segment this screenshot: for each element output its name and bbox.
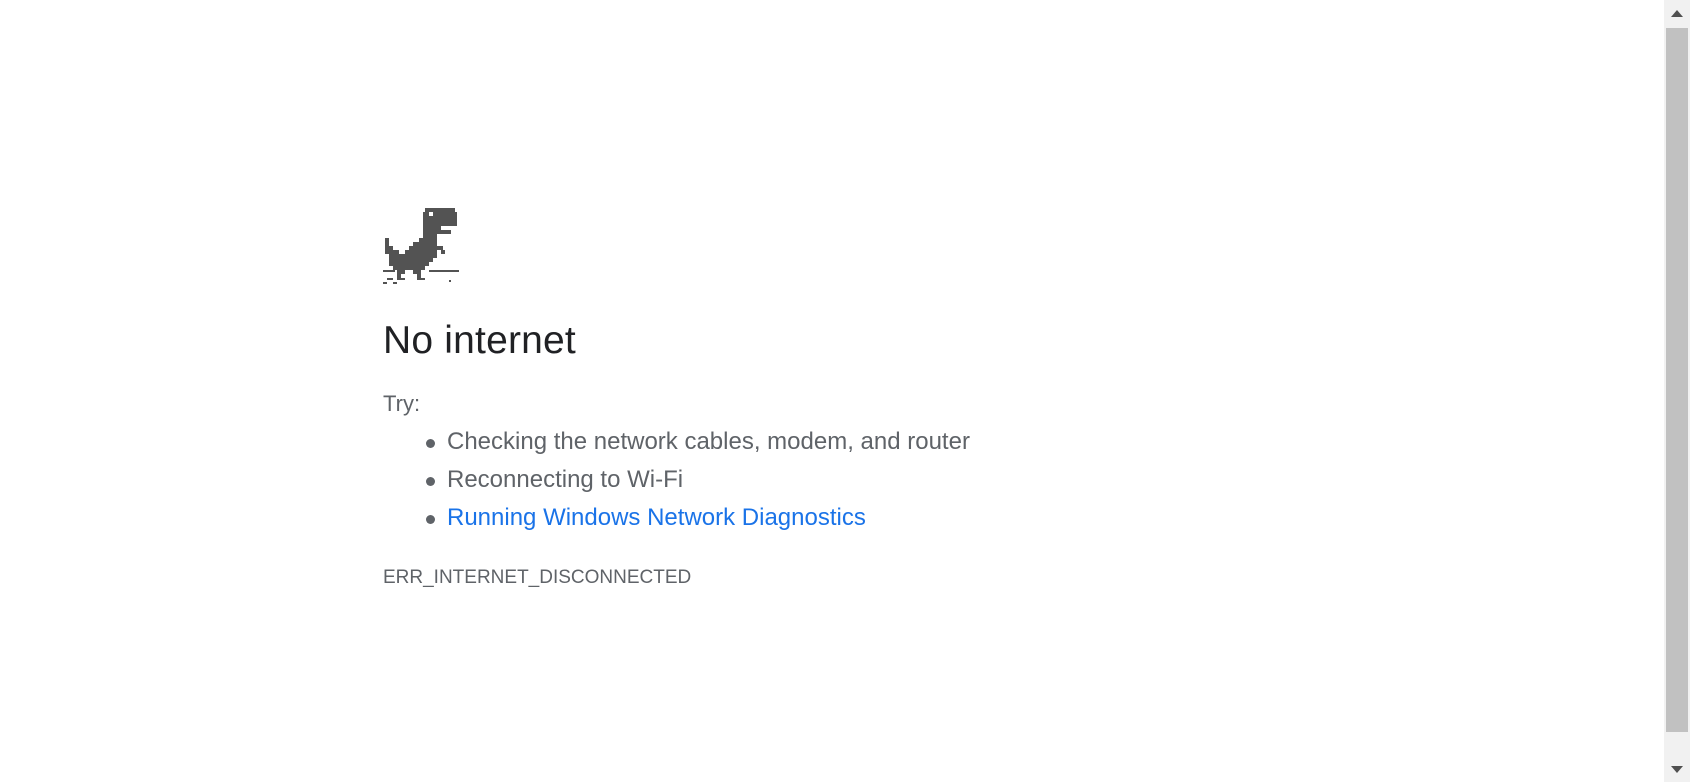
- page-viewport: No internet Try: Checking the network ca…: [0, 0, 1690, 782]
- bullet-icon: [426, 514, 435, 524]
- arrow-down-icon: [1671, 765, 1683, 773]
- network-diagnostics-link[interactable]: Running Windows Network Diagnostics: [447, 504, 866, 531]
- error-content: No internet Try: Checking the network ca…: [383, 208, 1283, 589]
- list-item: Checking the network cables, modem, and …: [426, 423, 1283, 461]
- scroll-down-button[interactable]: [1664, 756, 1690, 782]
- try-label: Try:: [383, 390, 421, 416]
- suggestion-check-cables: Checking the network cables, modem, and …: [447, 427, 970, 455]
- arrow-up-icon: [1671, 9, 1683, 17]
- list-item: Running Windows Network Diagnostics: [426, 499, 1283, 537]
- vertical-scrollbar[interactable]: [1664, 0, 1690, 782]
- suggestions-list: Checking the network cables, modem, and …: [383, 423, 1283, 537]
- list-item: Reconnecting to Wi-Fi: [426, 461, 1283, 499]
- scroll-up-button[interactable]: [1664, 0, 1690, 26]
- scrollbar-thumb[interactable]: [1666, 28, 1688, 732]
- page-title: No internet: [383, 319, 576, 362]
- offline-dinosaur-icon: [383, 208, 459, 284]
- bullet-icon: [426, 438, 435, 448]
- bullet-icon: [426, 476, 435, 486]
- error-code: ERR_INTERNET_DISCONNECTED: [383, 566, 692, 588]
- suggestion-reconnect-wifi: Reconnecting to Wi-Fi: [447, 465, 684, 493]
